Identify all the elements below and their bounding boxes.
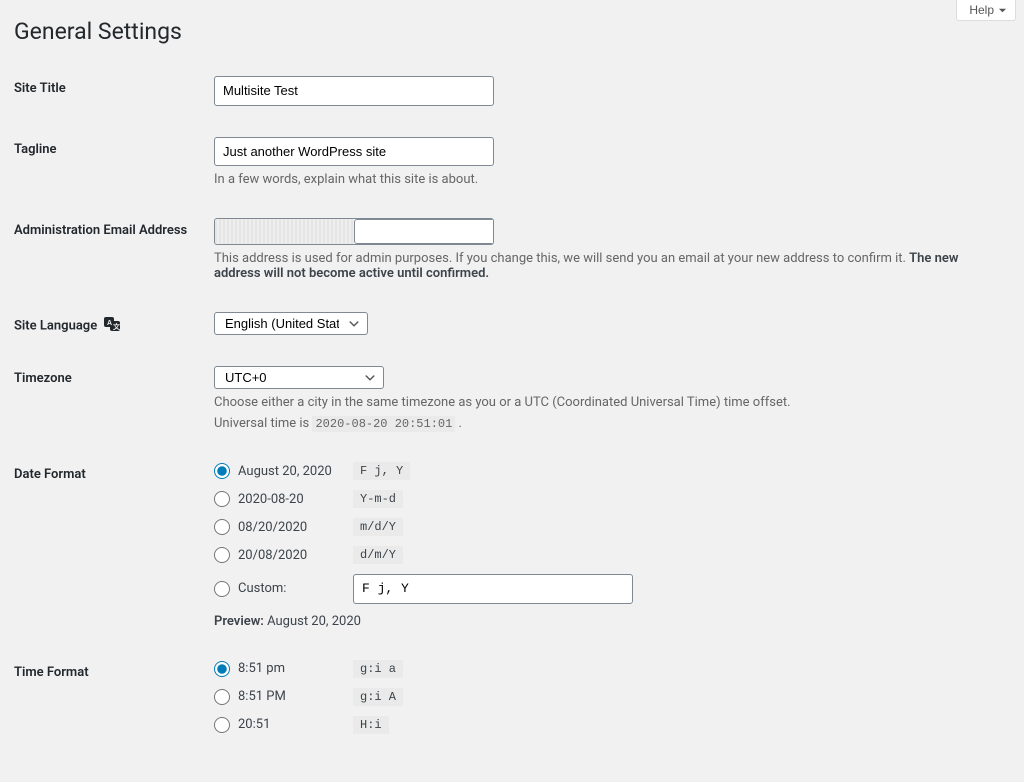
- date-format-radio[interactable]: [214, 491, 230, 507]
- date-format-option-label: 20/08/2020: [238, 548, 353, 563]
- timezone-label: Timezone: [14, 353, 214, 449]
- date-format-preview: Preview: August 20, 2020: [214, 614, 1004, 629]
- time-format-option-label: 8:51 pm: [238, 661, 353, 676]
- tagline-desc: In a few words, explain what this site i…: [214, 172, 1004, 187]
- date-format-radio[interactable]: [214, 519, 230, 535]
- date-format-code: Y-m-d: [353, 490, 403, 508]
- admin-email-desc: This address is used for admin purposes.…: [214, 251, 1004, 281]
- timezone-select[interactable]: UTC+0: [214, 366, 384, 389]
- date-format-custom-label: Custom:: [238, 581, 353, 596]
- tagline-input[interactable]: [214, 137, 494, 167]
- chevron-down-icon: [998, 6, 1007, 15]
- svg-text:A: A: [107, 320, 112, 327]
- site-language-label: Site Language: [14, 318, 97, 333]
- translate-icon: A文: [104, 317, 120, 335]
- date-format-code: d/m/Y: [353, 546, 403, 564]
- timezone-desc: Choose either a city in the same timezon…: [214, 395, 1004, 410]
- time-format-code: g:i A: [353, 688, 403, 706]
- date-format-radio[interactable]: [214, 547, 230, 563]
- date-format-radio[interactable]: [214, 463, 230, 479]
- help-button[interactable]: Help: [956, 0, 1016, 21]
- date-format-custom-input[interactable]: [353, 574, 633, 604]
- page-title: General Settings: [14, 18, 1004, 45]
- time-format-fieldset: 8:51 pm g:i a 8:51 PM g:i A 20:51 H:i: [214, 660, 1004, 744]
- time-format-option-label: 20:51: [238, 717, 353, 732]
- universal-time: Universal time is 2020-08-20 20:51:01 .: [214, 416, 1004, 431]
- time-format-radio[interactable]: [214, 689, 230, 705]
- date-format-option-label: 2020-08-20: [238, 492, 353, 507]
- help-label: Help: [969, 3, 994, 17]
- admin-email-field[interactable]: [214, 218, 494, 245]
- time-format-code: H:i: [353, 716, 389, 734]
- tagline-label: Tagline: [14, 124, 214, 206]
- svg-text:文: 文: [113, 322, 120, 331]
- date-format-label: Date Format: [14, 449, 214, 647]
- site-title-label: Site Title: [14, 63, 214, 124]
- site-title-input[interactable]: [214, 76, 494, 106]
- time-format-radio[interactable]: [214, 661, 230, 677]
- admin-email-input[interactable]: [354, 219, 494, 244]
- redacted-area: [215, 219, 354, 244]
- time-format-code: g:i a: [353, 660, 403, 678]
- time-format-label: Time Format: [14, 647, 214, 762]
- time-format-option-label: 8:51 PM: [238, 689, 353, 704]
- date-format-fieldset: August 20, 2020 F j, Y 2020-08-20 Y-m-d …: [214, 462, 1004, 629]
- time-format-radio[interactable]: [214, 717, 230, 733]
- date-format-option-label: August 20, 2020: [238, 464, 353, 479]
- admin-email-label: Administration Email Address: [14, 205, 214, 299]
- date-format-code: m/d/Y: [353, 518, 403, 536]
- date-format-code: F j, Y: [353, 462, 410, 480]
- date-format-option-label: 08/20/2020: [238, 520, 353, 535]
- site-language-select[interactable]: English (United States): [214, 312, 368, 335]
- date-format-custom-radio[interactable]: [214, 581, 230, 597]
